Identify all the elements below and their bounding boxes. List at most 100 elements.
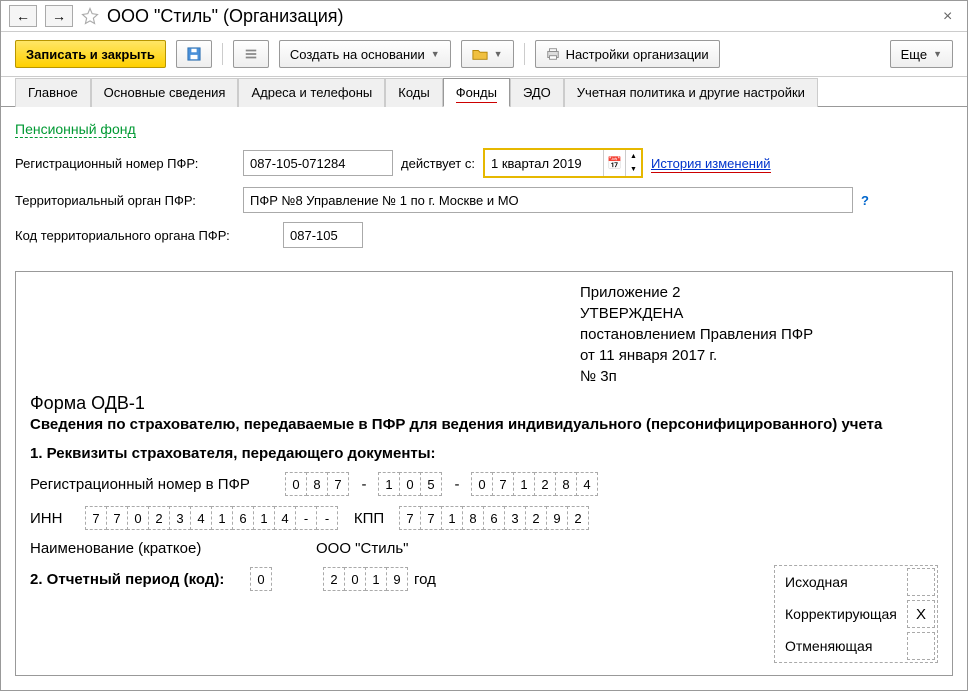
year-group: 2 0 1 9 [324,567,408,591]
kpp-cell: 2 [525,506,547,530]
kpp-cell: 7 [420,506,442,530]
period-label: 2. Отчетный период (код): [30,571,245,588]
reg-cell: 5 [420,472,442,496]
name-value: ООО "Стиль" [316,540,408,557]
inn-cell: 2 [148,506,170,530]
pfr-section-title[interactable]: Пенсионный фонд [15,121,136,138]
create-based-button[interactable]: Создать на основании ▼ [279,40,451,68]
pfr-code-input[interactable] [283,222,363,248]
floppy-icon [187,47,201,61]
kpp-cell: 7 [399,506,421,530]
tab-basic[interactable]: Основные сведения [91,78,239,107]
year-cell: 9 [386,567,408,591]
inn-cell: 4 [274,506,296,530]
reg-group-2: 1 0 5 [379,472,442,496]
tab-policy[interactable]: Учетная политика и другие настройки [564,78,818,107]
close-button[interactable]: × [943,8,959,24]
period-cell: 0 [250,567,272,591]
kpp-cell: 8 [462,506,484,530]
opt-initial-label: Исходная [775,568,905,596]
kpp-cell: 1 [441,506,463,530]
spin-down[interactable]: ▼ [625,163,641,176]
inn-cell: 7 [85,506,107,530]
resolution-line: постановлением Правления ПФР [580,326,938,343]
back-button[interactable]: ← [9,5,37,27]
reg-cell: 1 [513,472,535,496]
more-label: Еще [901,47,927,62]
form-type-box: Исходная Корректирующая X Отменяющая [774,565,938,663]
year-cell: 1 [365,567,387,591]
separator [524,43,525,65]
pfr-from-input[interactable] [485,150,603,176]
save-close-button[interactable]: Записать и закрыть [15,40,166,68]
pfr-code-label: Код территориального органа ПФР: [15,228,275,243]
year-cell: 2 [323,567,345,591]
req-title: 1. Реквизиты страхователя, передающего д… [30,445,938,462]
reg-cell: 2 [534,472,556,496]
tab-addresses[interactable]: Адреса и телефоны [238,78,385,107]
form-desc: Сведения по страхователю, передаваемые в… [30,416,938,433]
dash: - [355,476,373,493]
opt-correct-label: Корректирующая [775,600,905,628]
help-icon[interactable]: ? [861,193,869,208]
pfr-reg-label: Регистрационный номер ПФР: [15,156,235,171]
window-title: ООО "Стиль" (Организация) [107,6,935,27]
kpp-group: 7 7 1 8 6 3 2 9 2 [400,506,589,530]
year-suffix: год [414,571,436,588]
dropdown-icon: ▼ [933,49,942,59]
name-label: Наименование (краткое) [30,540,310,557]
opt-initial-check[interactable] [907,568,935,596]
period-code-group: 0 [251,567,272,591]
create-based-label: Создать на основании [290,47,425,62]
reg-cell: 0 [471,472,493,496]
spin-up[interactable]: ▲ [625,150,641,163]
num-line: № 3п [580,368,938,385]
date-line: от 11 января 2017 г. [580,347,938,364]
reg-cell: 8 [555,472,577,496]
separator [222,43,223,65]
favorite-icon[interactable] [81,7,99,25]
inn-cell: 6 [232,506,254,530]
more-button[interactable]: Еще ▼ [890,40,953,68]
doc-reg-label: Регистрационный номер в ПФР [30,476,280,493]
org-settings-button[interactable]: Настройки организации [535,40,720,68]
year-cell: 0 [344,567,366,591]
inn-cell: 1 [253,506,275,530]
tab-main[interactable]: Главное [15,78,91,107]
calendar-icon[interactable]: 📅 [603,150,625,176]
opt-cancel-label: Отменяющая [775,632,905,660]
inn-cell: 4 [190,506,212,530]
tab-edo[interactable]: ЭДО [510,78,564,107]
inn-cell: 0 [127,506,149,530]
files-button[interactable]: ▼ [461,40,514,68]
opt-correct-check[interactable]: X [907,600,935,628]
inn-group: 7 7 0 2 3 4 1 6 1 4 - - [86,506,338,530]
reg-group-3: 0 7 1 2 8 4 [472,472,598,496]
reg-cell: 0 [399,472,421,496]
reg-cell: 7 [327,472,349,496]
tab-funds[interactable]: Фонды [443,78,510,107]
kpp-cell: 2 [567,506,589,530]
pfr-territ-label: Территориальный орган ПФР: [15,193,235,208]
reg-cell: 1 [378,472,400,496]
inn-cell: - [316,506,338,530]
dash: - [448,476,466,493]
kpp-cell: 6 [483,506,505,530]
save-button[interactable] [176,40,212,68]
opt-cancel-check[interactable] [907,632,935,660]
appendix-line: Приложение 2 [580,284,938,301]
pfr-reg-input[interactable] [243,150,393,176]
forward-button[interactable]: → [45,5,73,27]
reg-cell: 4 [576,472,598,496]
folder-icon [472,47,488,61]
dropdown-icon: ▼ [431,49,440,59]
pfr-territ-input[interactable] [243,187,853,213]
tab-codes[interactable]: Коды [385,78,442,107]
reg-cell: 7 [492,472,514,496]
history-link[interactable]: История изменений [651,156,771,171]
kpp-cell: 3 [504,506,526,530]
reg-group-1: 0 8 7 [286,472,349,496]
org-settings-label: Настройки организации [566,47,709,62]
inn-cell: - [295,506,317,530]
list-button[interactable] [233,40,269,68]
